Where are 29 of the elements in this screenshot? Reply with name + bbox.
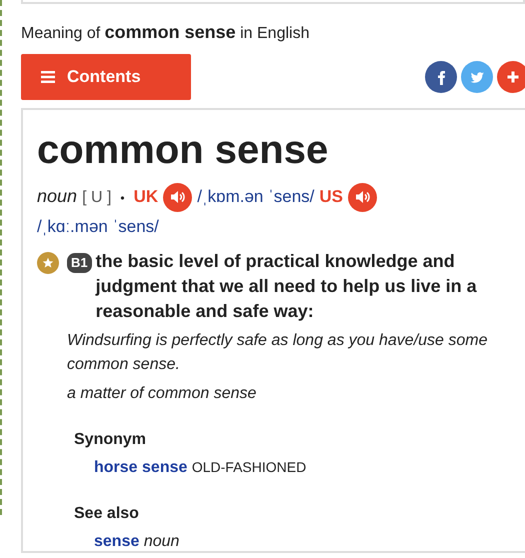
- part-of-speech: noun: [144, 533, 180, 550]
- menu-icon: [41, 71, 55, 83]
- level-badge: B1: [67, 253, 92, 273]
- word-link[interactable]: sense: [94, 533, 140, 550]
- audio-button[interactable]: [163, 182, 192, 212]
- contents-button[interactable]: Contents: [21, 54, 191, 100]
- example-sentence: Windsurfing is perfectly safe as long as you have/use some common sense.: [67, 331, 489, 375]
- word-link[interactable]: horse sense: [94, 459, 188, 476]
- usage-label: OLD-FASHIONED: [192, 459, 306, 475]
- audio-button[interactable]: [348, 182, 378, 212]
- share-button[interactable]: [425, 61, 457, 93]
- part-of-speech: noun: [37, 186, 78, 206]
- definition: the basic level of practical knowledge and judgment that we all need to help us live in a reasonable and safe way:: [96, 250, 478, 323]
- page-heading: Meaning of common sense in English: [21, 21, 310, 44]
- example-sentence: a matter of common sense: [67, 384, 258, 404]
- share-button[interactable]: [497, 61, 525, 93]
- speaker-icon: [354, 190, 371, 204]
- region-label: UK: [134, 187, 158, 206]
- separator: •: [120, 191, 125, 205]
- pronunciation: /ˌkɑː.mən ˈsens/: [37, 217, 159, 236]
- section-heading: See also: [74, 504, 140, 524]
- headword: common sense: [37, 128, 330, 172]
- pronunciation: /ˌkɒm.ən ˈsens/: [197, 187, 314, 206]
- bird-icon: [469, 69, 485, 85]
- grammar-code: [ U ]: [82, 189, 112, 206]
- region-label: US: [319, 187, 344, 206]
- section-heading: Synonym: [74, 430, 148, 450]
- plus-icon: [505, 69, 521, 85]
- speaker-icon: [170, 190, 186, 204]
